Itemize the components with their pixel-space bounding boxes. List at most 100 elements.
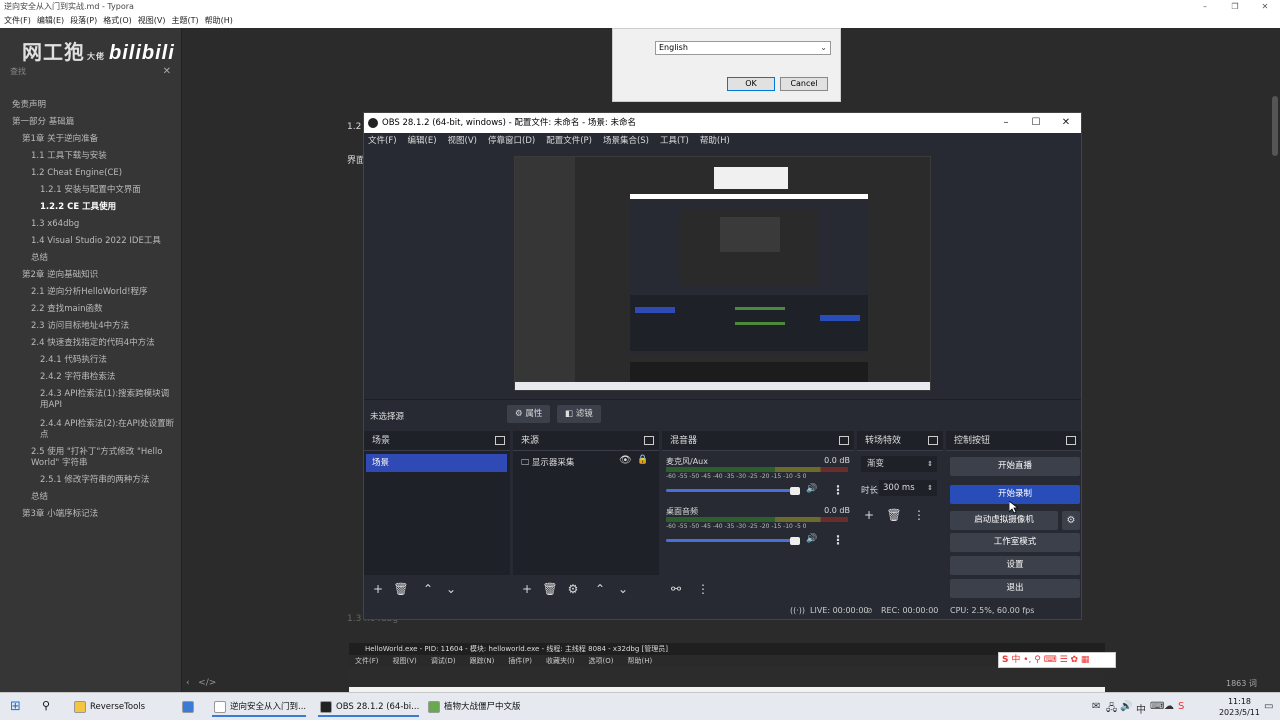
more-icon[interactable]: ⋮ xyxy=(832,533,844,547)
duration-input[interactable]: 300 ms ⇕ xyxy=(879,480,937,496)
eye-icon[interactable]: 👁 xyxy=(619,455,632,466)
stepper-icon[interactable]: ⇕ xyxy=(927,480,933,496)
chat-icon[interactable]: ✉ xyxy=(1092,701,1100,712)
tray-icon[interactable]: ☁ xyxy=(1164,701,1174,712)
outline-item[interactable]: 2.3 访问目标地址4中方法 xyxy=(31,321,175,332)
outline-item[interactable]: 1.2 Cheat Engine(CE) xyxy=(31,168,175,179)
virtual-camera-button[interactable]: 启动虚拟摄像机 xyxy=(950,511,1058,530)
outline-item[interactable]: 1.4 Visual Studio 2022 IDE工具 xyxy=(31,236,175,247)
gear-icon[interactable]: ⚙ xyxy=(1062,511,1080,530)
lock-icon[interactable]: 🔒 xyxy=(637,455,648,465)
clear-search-icon[interactable]: ✕ xyxy=(163,66,171,77)
menu-tools[interactable]: 工具(T) xyxy=(660,136,689,146)
menu-docks[interactable]: 停靠窗口(D) xyxy=(488,136,535,146)
add-icon[interactable]: + xyxy=(861,507,877,523)
outline-item[interactable]: 1.2.1 安装与配置中文界面 xyxy=(40,185,175,196)
taskbar-app[interactable]: 植物大战僵尸中文版 xyxy=(426,697,521,717)
outline-item[interactable]: 2.4.1 代码执行法 xyxy=(40,355,175,366)
outline-item[interactable]: 第3章 小端序标记法 xyxy=(22,509,175,520)
taskbar-app[interactable] xyxy=(180,697,198,717)
windows-start-icon[interactable]: ⊞ xyxy=(10,699,21,714)
preview-canvas[interactable] xyxy=(514,156,931,391)
outline-item[interactable]: 总结 xyxy=(31,492,175,503)
trash-icon[interactable]: 🗑 xyxy=(542,581,558,597)
menu-edit[interactable]: 编辑(E) xyxy=(408,136,437,146)
menu-help[interactable]: 帮助(H) xyxy=(205,16,233,25)
ime-icon[interactable]: 中 xyxy=(1136,701,1146,716)
outline-item[interactable]: 2.4.4 API检索法(2):在API处设置断点 xyxy=(40,419,175,441)
menu-scene-collection[interactable]: 场景集合(S) xyxy=(603,136,649,146)
scrollbar[interactable] xyxy=(1272,96,1278,156)
volume-slider-handle[interactable] xyxy=(790,487,800,495)
trash-icon[interactable]: 🗑 xyxy=(393,581,409,597)
outline-item[interactable]: 2.4.2 字符串检索法 xyxy=(40,372,175,383)
add-icon[interactable]: + xyxy=(370,581,386,597)
outline-item[interactable]: 第一部分 基础篇 xyxy=(12,117,175,128)
menu-profile[interactable]: 配置文件(P) xyxy=(546,136,592,146)
chevron-down-icon[interactable]: ⌄ xyxy=(615,581,631,597)
outline-item[interactable]: 总结 xyxy=(31,253,175,264)
list-item[interactable]: 场景 xyxy=(366,454,507,472)
speaker-icon[interactable]: 🔊 xyxy=(806,534,817,544)
studio-mode-button[interactable]: 工作室模式 xyxy=(950,533,1080,552)
trash-icon[interactable]: 🗑 xyxy=(886,507,902,523)
menu-help[interactable]: 帮助(H) xyxy=(700,136,730,146)
menu-edit[interactable]: 编辑(E) xyxy=(37,16,64,25)
more-icon[interactable]: ⋮ xyxy=(911,507,927,523)
speaker-icon[interactable]: 🔊 xyxy=(806,484,817,494)
volume-slider[interactable] xyxy=(666,539,800,542)
undock-icon[interactable] xyxy=(1066,436,1076,445)
menu-format[interactable]: 格式(O) xyxy=(103,16,132,25)
menu-view[interactable]: 视图(V) xyxy=(138,16,166,25)
cancel-button[interactable]: Cancel xyxy=(780,77,828,91)
exit-button[interactable]: 退出 xyxy=(950,579,1080,598)
outline-item[interactable]: 第2章 逆向基础知识 xyxy=(22,270,175,281)
more-icon[interactable]: ⋮ xyxy=(695,581,711,597)
menu-theme[interactable]: 主题(T) xyxy=(171,16,198,25)
minimize-icon[interactable]: – xyxy=(1190,0,1220,14)
outline-item[interactable]: 1.3 x64dbg xyxy=(31,219,175,230)
outline-item[interactable]: 免责声明 xyxy=(12,100,175,111)
maximize-icon[interactable]: ❐ xyxy=(1220,0,1250,14)
filters-button[interactable]: ◧ 滤镜 xyxy=(557,405,601,423)
chevron-up-icon[interactable]: ⌃ xyxy=(592,581,608,597)
volume-slider-handle[interactable] xyxy=(790,537,800,545)
undock-icon[interactable] xyxy=(928,436,938,445)
taskbar-app[interactable]: OBS 28.1.2 (64-bi... xyxy=(318,697,420,717)
close-icon[interactable]: ✕ xyxy=(1051,113,1081,133)
taskbar-app[interactable]: ReverseTools xyxy=(72,697,145,717)
settings-button[interactable]: 设置 xyxy=(950,556,1080,575)
more-icon[interactable]: ⋮ xyxy=(832,483,844,497)
outline-item[interactable]: 1.1 工具下载与安装 xyxy=(31,151,175,162)
notification-icon[interactable]: ▭ xyxy=(1264,701,1273,712)
maximize-icon[interactable]: ☐ xyxy=(1021,113,1051,133)
sogou-icon[interactable]: S xyxy=(1178,701,1184,712)
minimize-icon[interactable]: – xyxy=(991,113,1021,133)
add-icon[interactable]: + xyxy=(519,581,535,597)
start-streaming-button[interactable]: 开始直播 xyxy=(950,457,1080,476)
outline-item[interactable]: 2.1 逆向分析HelloWorld!程序 xyxy=(31,287,175,298)
volume-slider[interactable] xyxy=(666,489,800,492)
network-icon[interactable]: 🖧 xyxy=(1106,701,1117,718)
menu-file[interactable]: 文件(F) xyxy=(4,16,31,25)
outline-item[interactable]: 第1章 关于逆向准备 xyxy=(22,134,175,145)
transition-select[interactable]: 渐变 ⇕ xyxy=(861,456,937,472)
taskbar-app[interactable]: 逆向安全从入门到... xyxy=(212,697,307,717)
outline-item[interactable]: 2.4.3 API检索法(1):搜索跨模块调用API xyxy=(40,389,175,411)
outline-item[interactable]: 2.4 快速查找指定的代码4中方法 xyxy=(31,338,175,349)
source-mode-icon[interactable]: ‹ </> xyxy=(186,678,216,688)
menu-file[interactable]: 文件(F) xyxy=(368,136,397,146)
list-item[interactable]: 🖵 显示器采集 xyxy=(521,456,574,468)
clock[interactable]: 11:18 2023/5/11 xyxy=(1219,696,1260,718)
menu-view[interactable]: 视图(V) xyxy=(448,136,477,146)
close-icon[interactable]: ✕ xyxy=(1250,0,1280,14)
language-select[interactable]: English ⌄ xyxy=(655,41,831,55)
undock-icon[interactable] xyxy=(644,436,654,445)
menu-paragraph[interactable]: 段落(P) xyxy=(70,16,97,25)
chevron-up-icon[interactable]: ⌃ xyxy=(420,581,436,597)
chevron-down-icon[interactable]: ⌄ xyxy=(443,581,459,597)
search-input[interactable]: 查找 ✕ xyxy=(10,66,175,80)
outline-item[interactable]: 2.2 查找main函数 xyxy=(31,304,175,315)
outline-item[interactable]: 2.5 使用 "打补丁"方式修改 "Hello World" 字符串 xyxy=(31,447,175,469)
undock-icon[interactable] xyxy=(839,436,849,445)
